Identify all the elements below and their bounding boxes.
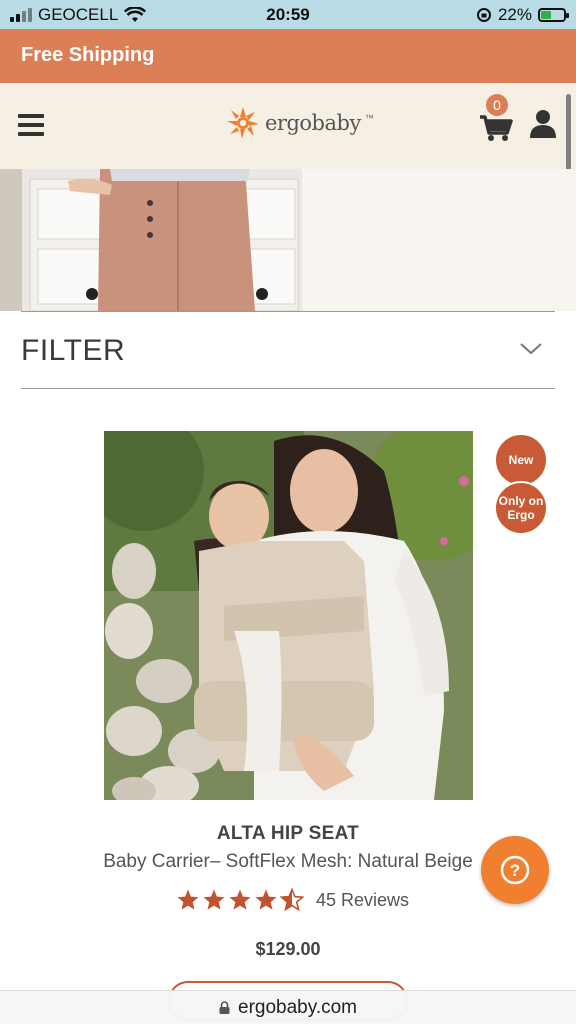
- product-image[interactable]: [104, 431, 473, 800]
- cart-button[interactable]: 0: [478, 94, 514, 143]
- rotation-lock-icon: [476, 8, 491, 22]
- battery-icon: [538, 8, 569, 22]
- url-text: ergobaby.com: [238, 997, 357, 1018]
- review-count[interactable]: 45 Reviews: [316, 890, 409, 911]
- promo-banner[interactable]: Free Shipping: [0, 29, 576, 83]
- filter-label: FILTER: [21, 334, 126, 367]
- star-icon: [177, 889, 199, 910]
- help-button[interactable]: ?: [481, 836, 549, 904]
- hero-section: [0, 169, 576, 311]
- user-icon: [530, 110, 556, 138]
- browser-url-bar[interactable]: ergobaby.com: [0, 990, 576, 1024]
- battery-percent: 22%: [497, 5, 532, 24]
- hero-image: [0, 169, 302, 311]
- account-button[interactable]: [529, 109, 557, 139]
- half-star-icon: [280, 888, 304, 912]
- lock-icon: [219, 998, 230, 1014]
- cart-count-badge: 0: [486, 94, 508, 116]
- product-rating[interactable]: 45 Reviews: [176, 888, 409, 912]
- help-icon: ?: [500, 855, 530, 885]
- site-header: ergobaby ™ 0: [0, 83, 576, 169]
- help-glyph: ?: [510, 861, 520, 880]
- status-bar: GEOCELL 20:59 22%: [0, 0, 576, 29]
- promo-text: Free Shipping: [21, 44, 155, 66]
- ergobaby-logo[interactable]: ergobaby ™: [225, 105, 374, 141]
- logo-text: ergobaby: [265, 111, 361, 135]
- star-icon: [229, 889, 251, 910]
- logo-sun-icon: [227, 107, 259, 139]
- star-icon: [203, 889, 225, 910]
- status-right: 22%: [476, 5, 569, 25]
- filter-dropdown[interactable]: FILTER: [21, 311, 555, 389]
- badge-new: New: [494, 433, 548, 487]
- badge-only-on-ergo: Only on Ergo: [494, 481, 548, 535]
- star-icon: [255, 889, 277, 910]
- logo-trademark: ™: [364, 113, 374, 123]
- chevron-down-icon: [520, 343, 542, 355]
- menu-icon[interactable]: [18, 114, 44, 136]
- product-price: $129.00: [255, 939, 321, 959]
